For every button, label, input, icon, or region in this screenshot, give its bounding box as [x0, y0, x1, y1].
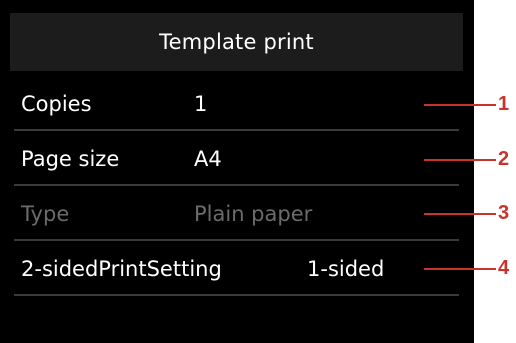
- callout-number-4: 4: [498, 257, 510, 279]
- setting-value-page-size: A4: [194, 147, 222, 171]
- setting-label-copies: Copies: [21, 92, 92, 116]
- callout-line-2: [424, 159, 496, 161]
- setting-label-page-size: Page size: [21, 147, 120, 171]
- setting-row-2-sided[interactable]: 2-sidedPrintSetting 1-sided: [10, 241, 463, 296]
- callout-line-1: [424, 104, 496, 106]
- callout-number-3: 3: [498, 202, 510, 224]
- setting-value-type: Plain paper: [194, 202, 313, 226]
- lcd-screen: Template print Copies 1 Page size A4 Typ…: [0, 0, 474, 343]
- callout-line-4: [424, 268, 496, 270]
- setting-label-type: Type: [21, 202, 70, 226]
- setting-value-copies: 1: [194, 92, 208, 116]
- row-divider: [14, 294, 459, 296]
- setting-label-2-sided: 2-sidedPrintSetting: [21, 257, 222, 281]
- screen-title: Template print: [10, 13, 463, 71]
- callout-line-3: [424, 213, 496, 215]
- setting-value-2-sided: 1-sided: [307, 257, 385, 281]
- screen-title-text: Template print: [159, 30, 314, 54]
- setting-row-type: Type Plain paper: [10, 186, 463, 241]
- callout-number-2: 2: [498, 148, 510, 170]
- setting-row-page-size[interactable]: Page size A4: [10, 131, 463, 186]
- callout-number-1: 1: [498, 93, 510, 115]
- setting-row-copies[interactable]: Copies 1: [10, 76, 463, 131]
